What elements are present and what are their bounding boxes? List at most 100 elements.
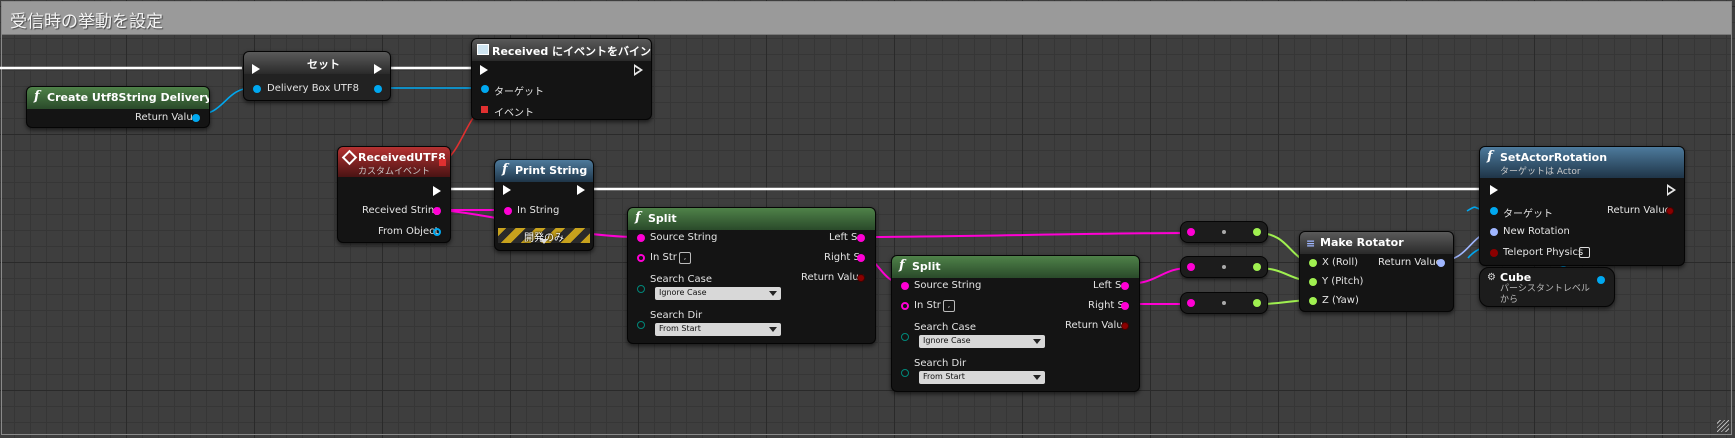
float-out-pin[interactable] xyxy=(1253,299,1261,307)
bind-event-node[interactable]: Received にイベントをバインド ターゲット イベント xyxy=(471,38,652,120)
create-delivery-box-node[interactable]: f Create Utf8String Delivery Box Return … xyxy=(26,86,210,128)
float-out-pin[interactable] xyxy=(1253,228,1261,236)
delivery-box-out-pin[interactable] xyxy=(374,85,382,93)
rotator-out-pin[interactable] xyxy=(1437,259,1445,267)
source-string-pin[interactable] xyxy=(901,282,909,290)
node-title: Create Utf8String Delivery Box xyxy=(47,91,210,104)
make-rotator-node[interactable]: ≡ Make Rotator X (Roll) Return Value Y (… xyxy=(1299,231,1454,312)
pin-label-in-str: In Str xyxy=(914,300,941,311)
pin-label-from-object: From Object xyxy=(378,226,439,237)
node-title: セット xyxy=(307,58,340,71)
string-in-pin[interactable] xyxy=(1187,299,1195,307)
exec-out-pin-hollow-inner xyxy=(635,67,640,73)
node-title: ReceivedUTF8 xyxy=(358,151,446,164)
string-to-float-node-2[interactable] xyxy=(1180,256,1268,278)
set-actor-rotation-node[interactable]: f SetActorRotation ターゲットは Actor ターゲット Re… xyxy=(1479,146,1685,266)
string-to-float-node-1[interactable] xyxy=(1180,221,1268,243)
actor-reference-icon: ⚙ xyxy=(1487,272,1496,283)
pin-label-return-value: Return Value xyxy=(1378,257,1442,268)
x-roll-pin[interactable] xyxy=(1309,259,1317,267)
exec-out-pin[interactable] xyxy=(433,186,441,196)
in-str-text-field[interactable]: , xyxy=(679,252,691,264)
teleport-physics-checkbox[interactable] xyxy=(1579,247,1590,258)
string-wire xyxy=(859,232,1191,238)
target-pin[interactable] xyxy=(1490,207,1498,215)
split-node-2[interactable]: f Split Source String Left S In Str , Ri… xyxy=(891,255,1140,392)
search-dir-dropdown[interactable]: From Start xyxy=(655,323,781,336)
expand-chevron-icon[interactable] xyxy=(540,239,548,244)
search-dir-pin[interactable] xyxy=(637,321,645,329)
in-string-pin[interactable] xyxy=(504,207,512,215)
function-icon: f xyxy=(34,89,40,104)
chevron-down-icon xyxy=(1033,375,1041,380)
left-s-pin[interactable] xyxy=(857,234,865,242)
node-subtitle: ターゲットは Actor xyxy=(1500,167,1581,177)
in-str-pin[interactable] xyxy=(637,254,645,262)
node-header: Received にイベントをバインド xyxy=(472,39,651,61)
from-object-pin[interactable] xyxy=(433,228,441,236)
search-case-pin[interactable] xyxy=(901,333,909,341)
pin-label-right-s: Right S xyxy=(824,252,860,263)
resize-handle-icon[interactable] xyxy=(1717,420,1729,432)
node-header: f Print String xyxy=(495,160,593,182)
string-in-pin[interactable] xyxy=(1187,263,1195,271)
pin-label-return-value: Return Value xyxy=(1065,320,1129,331)
cube-out-pin[interactable] xyxy=(1597,276,1605,284)
node-header: f SetActorRotation ターゲットは Actor xyxy=(1480,147,1684,178)
exec-in-pin[interactable] xyxy=(503,185,511,195)
target-pin[interactable] xyxy=(481,85,489,93)
pin-label-z-yaw: Z (Yaw) xyxy=(1322,295,1359,306)
node-title: Print String xyxy=(515,164,588,177)
return-value-pin[interactable] xyxy=(1121,322,1129,330)
received-string-pin[interactable] xyxy=(433,207,441,215)
search-case-value: Ignore Case xyxy=(923,336,971,345)
search-case-pin[interactable] xyxy=(637,285,645,293)
in-str-text-field[interactable]: , xyxy=(943,300,955,312)
in-str-pin[interactable] xyxy=(901,302,909,310)
chevron-down-icon xyxy=(1033,339,1041,344)
exec-out-pin[interactable] xyxy=(577,185,585,195)
pin-label-right-s: Right S xyxy=(1088,300,1124,311)
event-diamond-icon xyxy=(341,149,358,166)
z-yaw-pin[interactable] xyxy=(1309,297,1317,305)
event-pin[interactable] xyxy=(481,106,488,113)
pin-label-event: イベント xyxy=(494,108,534,119)
chevron-down-icon xyxy=(769,327,777,332)
return-value-pin[interactable] xyxy=(1666,207,1674,215)
pin-label-return-value: Return Value xyxy=(801,272,865,283)
exec-in-pin[interactable] xyxy=(252,64,260,74)
search-dir-pin[interactable] xyxy=(901,369,909,377)
teleport-physics-pin[interactable] xyxy=(1490,249,1498,257)
print-string-node[interactable]: f Print String In String 開発のみ xyxy=(494,159,594,251)
cube-reference-node[interactable]: ⚙ Cube パーシスタントレベル から xyxy=(1479,267,1615,307)
delegate-pin[interactable] xyxy=(439,159,446,166)
search-case-dropdown[interactable]: Ignore Case xyxy=(655,287,781,300)
pin-label-left-s: Left S xyxy=(1093,280,1122,291)
return-value-pin[interactable] xyxy=(857,274,865,282)
pin-label-y-pitch: Y (Pitch) xyxy=(1322,276,1364,287)
float-out-pin[interactable] xyxy=(1253,263,1261,271)
source-string-pin[interactable] xyxy=(637,234,645,242)
exec-in-pin[interactable] xyxy=(480,65,488,75)
string-in-pin[interactable] xyxy=(1187,228,1195,236)
new-rotation-pin[interactable] xyxy=(1490,228,1498,236)
function-icon: f xyxy=(635,210,641,225)
pin-label-received-string: Received String xyxy=(362,205,441,216)
y-pitch-pin[interactable] xyxy=(1309,278,1317,286)
left-s-pin[interactable] xyxy=(1121,282,1129,290)
return-value-pin[interactable] xyxy=(192,114,200,122)
right-s-pin[interactable] xyxy=(857,254,865,262)
exec-in-pin[interactable] xyxy=(1490,185,1498,195)
right-s-pin[interactable] xyxy=(1121,302,1129,310)
search-dir-dropdown[interactable]: From Start xyxy=(919,371,1045,384)
split-node-1[interactable]: f Split Source String Left S In Str , Ri… xyxy=(627,207,876,344)
delivery-box-in-pin[interactable] xyxy=(253,85,261,93)
string-to-float-node-3[interactable] xyxy=(1180,292,1268,314)
custom-event-node[interactable]: ReceivedUTF8 カスタムイベント Received String Fr… xyxy=(337,146,451,243)
pin-label-in-str: In Str xyxy=(650,252,677,263)
set-variable-node[interactable]: セット Delivery Box UTF8 xyxy=(243,51,391,101)
exec-out-pin[interactable] xyxy=(374,64,382,74)
pin-label-source-string: Source String xyxy=(914,280,982,291)
node-header: f Split xyxy=(628,208,875,230)
search-case-dropdown[interactable]: Ignore Case xyxy=(919,335,1045,348)
